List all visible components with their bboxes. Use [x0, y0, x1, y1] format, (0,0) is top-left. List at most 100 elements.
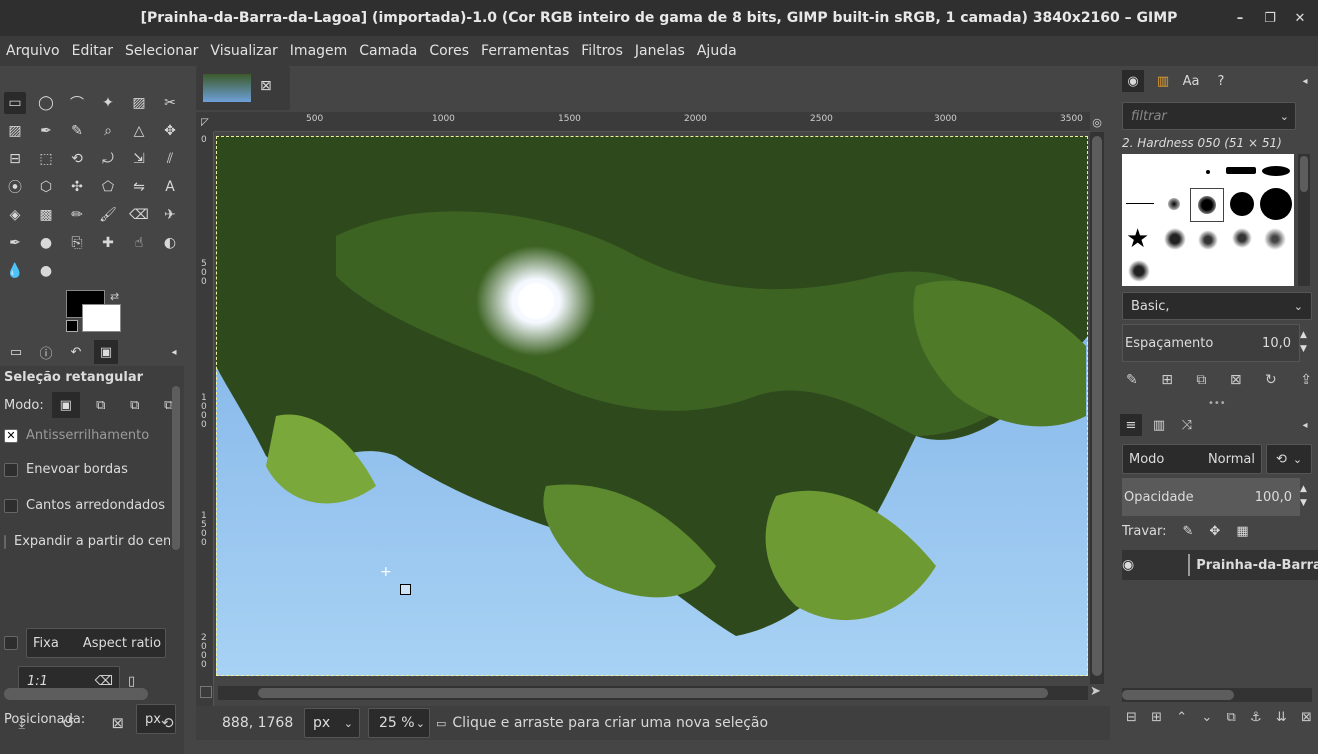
brush-item[interactable]: [1128, 260, 1150, 282]
undo-history-tab-icon[interactable]: ↶: [64, 340, 88, 364]
clone-icon[interactable]: ⎘: [66, 232, 88, 254]
airbrush-icon[interactable]: ✈: [159, 204, 181, 226]
feather-row[interactable]: Enevoar bordas: [4, 462, 128, 477]
cage-icon[interactable]: ⬡: [35, 176, 57, 198]
fonts-tab-icon[interactable]: Aa: [1180, 70, 1202, 92]
new-brush-icon[interactable]: ⊞: [1161, 372, 1173, 388]
brush-grid-scrollbar[interactable]: [1298, 154, 1310, 286]
color-picker-icon[interactable]: ✎: [66, 120, 88, 142]
menu-filtros[interactable]: Filtros: [575, 43, 629, 59]
swap-colors-icon[interactable]: ⇄: [110, 290, 119, 303]
feather-checkbox[interactable]: [4, 462, 18, 477]
scissors-icon[interactable]: ✂: [159, 92, 181, 114]
refresh-brushes-icon[interactable]: ↻: [1265, 372, 1277, 388]
gradient-icon[interactable]: ▩: [35, 204, 57, 226]
menu-janelas[interactable]: Janelas: [629, 43, 691, 59]
lock-pixels-icon[interactable]: ✎: [1183, 524, 1194, 539]
delete-options-icon[interactable]: ⊠: [111, 714, 124, 732]
spacing-spinner[interactable]: Espaçamento 10,0: [1122, 324, 1300, 362]
tool-misc-icon[interactable]: ●: [35, 260, 57, 282]
delete-layer-icon[interactable]: ⊠: [1301, 710, 1312, 725]
blur-icon[interactable]: 💧: [4, 260, 26, 282]
fixed-dropdown[interactable]: Fixa Aspect ratio: [26, 628, 166, 658]
menu-ajuda[interactable]: Ajuda: [691, 43, 743, 59]
shear-icon[interactable]: ⫽: [159, 148, 181, 170]
opacity-spinner[interactable]: Opacidade 100,0: [1122, 478, 1300, 516]
foreground-select-icon[interactable]: ▨: [4, 120, 26, 142]
layer-row[interactable]: ◉ Prainha-da-Barra-da-Lagoa: [1122, 550, 1318, 580]
mypaint-icon[interactable]: ●: [35, 232, 57, 254]
quick-mask-corner-icon[interactable]: ◸: [196, 112, 214, 132]
menu-camada[interactable]: Camada: [353, 43, 423, 59]
perspective-icon[interactable]: ⬠: [97, 176, 119, 198]
pencil-icon[interactable]: ✏: [66, 204, 88, 226]
layer-mode-dropdown[interactable]: Modo Normal: [1122, 444, 1262, 474]
tool-options-vscroll[interactable]: [172, 386, 180, 550]
menu-selecionar[interactable]: Selecionar: [119, 43, 204, 59]
fuzzy-select-icon[interactable]: ✦: [97, 92, 119, 114]
menu-editar[interactable]: Editar: [66, 43, 119, 59]
expand-checkbox[interactable]: [4, 534, 6, 549]
spin-arrows-icon[interactable]: ▲ ▼: [1300, 328, 1307, 356]
layers-hscroll-thumb[interactable]: [1122, 690, 1234, 700]
unified-transform-icon[interactable]: ⟲: [66, 148, 88, 170]
eye-icon[interactable]: ◉: [1122, 557, 1134, 573]
portrait-icon[interactable]: ▯: [128, 674, 135, 689]
brush-filter-input[interactable]: filtrar ⌄: [1122, 102, 1296, 130]
close-tab-icon[interactable]: ⊠: [260, 78, 272, 94]
reset-options-icon[interactable]: ⟲: [161, 714, 174, 732]
eraser-icon[interactable]: ⌫: [128, 204, 150, 226]
merge-layer-icon[interactable]: ⇊: [1276, 710, 1287, 725]
menu-visualizar[interactable]: Visualizar: [204, 43, 283, 59]
restore-options-icon[interactable]: ↺: [62, 714, 75, 732]
brush-item[interactable]: [1126, 203, 1154, 204]
color-select-icon[interactable]: ▨: [128, 92, 150, 114]
expand-row[interactable]: Expandir a partir do centro: [4, 534, 170, 549]
brush-item[interactable]: [1230, 192, 1254, 216]
tool-options-hscroll[interactable]: [4, 688, 148, 700]
antialias-row[interactable]: ✕ Antisserrilhamento: [4, 428, 149, 443]
brush-item[interactable]: [1164, 228, 1186, 250]
clear-icon[interactable]: ⌫: [95, 674, 113, 689]
vertical-scroll-thumb[interactable]: [1092, 136, 1102, 676]
menu-ferramentas[interactable]: Ferramentas: [475, 43, 575, 59]
paths-tab-icon[interactable]: ⤨: [1176, 414, 1198, 436]
brush-item[interactable]: [1168, 198, 1180, 210]
star-brush-icon[interactable]: ★: [1126, 224, 1149, 254]
zoom-dropdown[interactable]: 25 % ⌄: [368, 708, 430, 738]
scale-icon[interactable]: ⇲: [128, 148, 150, 170]
minimize-button[interactable]: –: [1225, 0, 1255, 36]
raise-layer-icon[interactable]: ⌃: [1176, 710, 1187, 725]
new-layer-group-icon[interactable]: ⊟: [1126, 710, 1137, 725]
brush-grid[interactable]: ★: [1122, 154, 1294, 286]
dock-grip-icon[interactable]: •••: [1208, 398, 1226, 409]
rotate-icon[interactable]: ⤾: [97, 148, 119, 170]
bucket-fill-icon[interactable]: ◈: [4, 204, 26, 226]
rect-select-icon[interactable]: ▭: [4, 92, 26, 114]
open-brush-icon[interactable]: ⇪: [1300, 372, 1312, 388]
new-layer-icon[interactable]: ⊞: [1151, 710, 1162, 725]
dock-menu-icon[interactable]: ◂: [1294, 70, 1316, 92]
handle-transform-icon[interactable]: ✣: [66, 176, 88, 198]
nav-toggle-icon[interactable]: [200, 686, 212, 698]
menu-cores[interactable]: Cores: [423, 43, 475, 59]
device-status-tab-icon[interactable]: ⓘ: [34, 340, 58, 364]
lower-layer-icon[interactable]: ⌄: [1201, 710, 1212, 725]
menu-arquivo[interactable]: Arquivo: [0, 43, 66, 59]
brush-item[interactable]: [1232, 228, 1252, 248]
anchor-layer-icon[interactable]: ⚓: [1250, 710, 1262, 725]
free-select-icon[interactable]: ⌒: [66, 92, 88, 114]
align-icon[interactable]: ⊟: [4, 148, 26, 170]
zoom-fit-icon[interactable]: ◎: [1090, 112, 1104, 132]
brush-item[interactable]: [1260, 188, 1292, 220]
images-tab-icon[interactable]: ▣: [94, 340, 118, 364]
paths-icon[interactable]: ✒: [35, 120, 57, 142]
brush-item[interactable]: [1206, 170, 1210, 174]
paintbrush-icon[interactable]: 🖌: [97, 204, 119, 226]
brush-item[interactable]: [1262, 166, 1290, 176]
dodge-icon[interactable]: ◐: [159, 232, 181, 254]
vertical-scrollbar[interactable]: [1090, 132, 1104, 684]
duplicate-brush-icon[interactable]: ⧉: [1196, 372, 1206, 388]
rounded-row[interactable]: Cantos arredondados: [4, 498, 165, 513]
navigate-icon[interactable]: ➤: [1090, 684, 1104, 700]
